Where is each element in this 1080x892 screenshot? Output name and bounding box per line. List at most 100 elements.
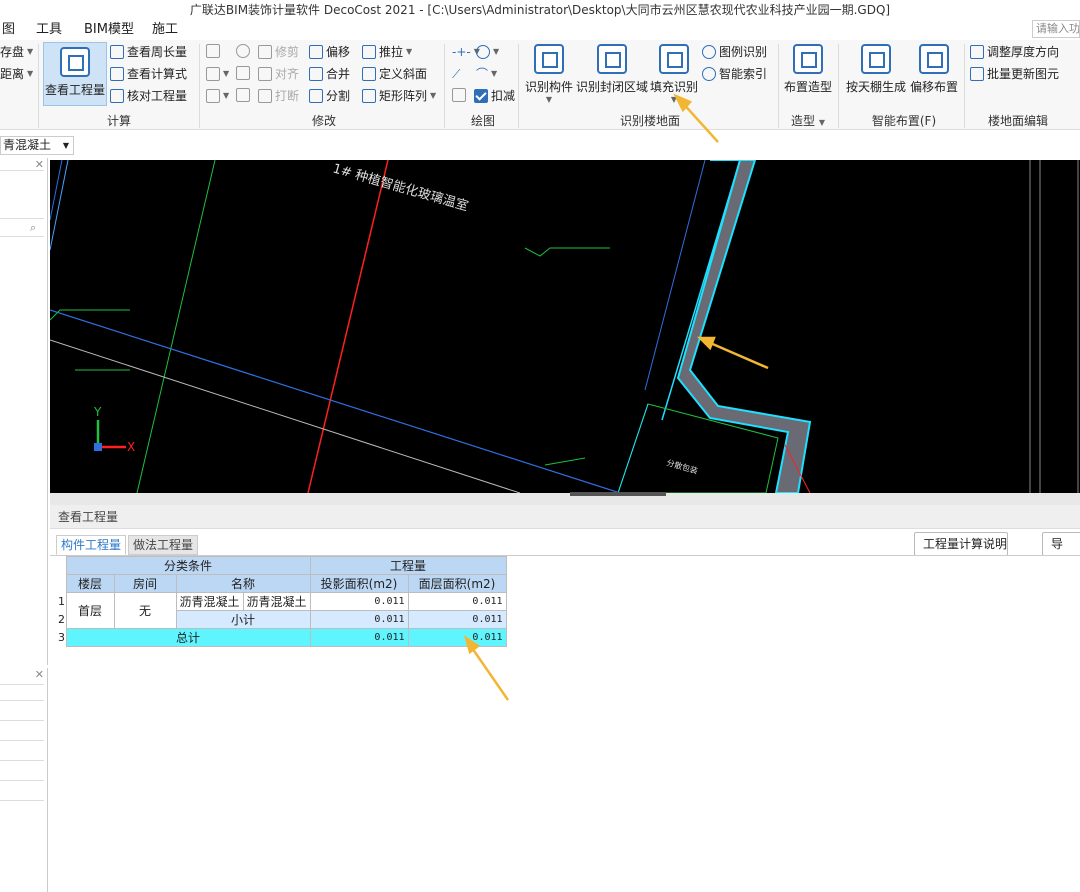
adjust-thickness-button[interactable]: 调整厚度方向 (970, 44, 1059, 60)
recognize-area-icon (597, 44, 627, 74)
break-label: 打断 (275, 89, 300, 103)
cell-total-label: 总计 (65, 628, 311, 647)
arc-button[interactable]: ⌒ ▼ (476, 66, 497, 82)
delete-button[interactable] (206, 44, 220, 58)
quantity-panel: 查看工程量 构件工程量 做法工程量 工程量计算说明 导 分类条件 工程量 楼层 … (50, 505, 1080, 892)
cad-drawing-canvas[interactable]: Y X 1# 种植智能化玻璃温室 分散包装 (50, 160, 1080, 493)
axis-y-label: Y (93, 405, 102, 419)
move-button[interactable]: ▼ (206, 88, 229, 104)
legend-recognize-label: 图例识别 (719, 45, 768, 59)
col-header-room: 房间 (113, 574, 177, 593)
save-menu[interactable]: 存盘 ▼ (0, 44, 33, 60)
view-perimeter-button[interactable]: 查看周长量 (110, 44, 187, 60)
tab-method-quantity[interactable]: 做法工程量 (128, 535, 199, 555)
generate-by-ceiling-button[interactable]: 按天棚生成 (846, 44, 906, 95)
check-quantity-button[interactable]: 核对工程量 (110, 88, 187, 104)
trash-icon (206, 44, 220, 58)
trim-button[interactable]: 修剪 (258, 44, 299, 60)
table-row[interactable]: 1 首层 无 沥青混凝土 沥青混凝土 0.011 0.011 (58, 592, 507, 629)
copy-icon (206, 67, 220, 81)
point-icon: -+- (452, 45, 471, 59)
group-label-model[interactable]: 造型 ▼ (782, 112, 834, 129)
group-header-category: 分类条件 (65, 556, 311, 575)
fill-recognize-label: 填充识别 (650, 80, 699, 94)
trim-label: 修剪 (275, 45, 300, 59)
row-number: 1 (58, 592, 66, 611)
place-model-button[interactable]: 布置造型 (782, 44, 834, 95)
rect-button[interactable] (452, 88, 466, 102)
offset-layout-button[interactable]: 偏移布置 (908, 44, 960, 95)
group-label-smart: 智能布置(F) (871, 114, 937, 128)
view-quantity-button[interactable]: 查看工程量 (43, 42, 107, 106)
search-icon[interactable]: ⌕ (30, 221, 36, 235)
smart-index-label: 智能索引 (719, 67, 768, 81)
recognize-component-button[interactable]: 识别构件 ▼ (524, 44, 574, 104)
menu-item-construction[interactable]: 施工 (152, 22, 178, 38)
split-button[interactable]: 分割 (309, 88, 350, 104)
recognize-closed-area-button[interactable]: 识别封闭区域 (576, 44, 648, 95)
smart-index-icon (702, 67, 716, 81)
chevron-down-icon: ▼ (62, 141, 69, 150)
view-perimeter-label: 查看周长量 (127, 45, 188, 59)
line-button[interactable]: ⟋ (452, 66, 460, 82)
search-input[interactable]: 请输入功 (1032, 20, 1080, 38)
group-label-modify: 修改 (311, 114, 336, 128)
deduct-checkbox[interactable]: 扣减 (474, 88, 515, 104)
adjust-thickness-label: 调整厚度方向 (987, 45, 1060, 59)
extend-button[interactable] (236, 88, 250, 102)
left-panel-top: ✕ ⌕ (0, 158, 48, 665)
close-icon[interactable]: ✕ (35, 668, 44, 681)
group-label-calc: 计算 (106, 114, 131, 128)
fill-recognize-button[interactable]: 填充识别 ▼ (650, 44, 698, 104)
row-number: 3 (58, 628, 66, 647)
canvas-scrollbar[interactable] (570, 492, 666, 496)
recognize-closed-area-label: 识别封闭区域 (576, 80, 649, 94)
batch-update-button[interactable]: 批量更新图元 (970, 66, 1059, 82)
col-header-name: 名称 (175, 574, 311, 593)
offset-button[interactable]: 偏移 (309, 44, 350, 60)
rotate-button[interactable] (236, 44, 250, 58)
copy-button[interactable]: ▼ (206, 66, 229, 82)
offset-layout-icon (919, 44, 949, 74)
calc-explain-button[interactable]: 工程量计算说明 (914, 532, 1008, 556)
splitter-bar[interactable] (50, 493, 1080, 505)
save-label: 存盘 (0, 45, 25, 59)
menu-item-tools[interactable]: 工具 (36, 22, 62, 38)
mirror-icon (236, 66, 250, 80)
batch-update-label: 批量更新图元 (987, 67, 1060, 81)
view-formula-button[interactable]: 查看计算式 (110, 66, 187, 82)
col-header-projected-area: 投影面积(m2) (309, 574, 409, 593)
building-label: 1# 种植智能化玻璃温室 (331, 160, 470, 214)
legend-recognize-button[interactable]: 图例识别 (702, 44, 767, 60)
deduct-label: 扣减 (491, 89, 516, 103)
mirror-button[interactable] (236, 66, 250, 80)
menu-item-bim-model[interactable]: BIM模型 (84, 22, 134, 38)
circle-button[interactable]: ▼ (476, 44, 499, 60)
align-button[interactable]: 对齐 (258, 66, 299, 82)
quantity-panel-title: 查看工程量 (50, 505, 1080, 529)
model-label-text: 造型 (791, 114, 816, 128)
push-pull-button[interactable]: 推拉 ▼ (362, 44, 412, 60)
break-button[interactable]: 打断 (258, 88, 299, 104)
batch-update-icon (970, 67, 984, 81)
cell-floor: 首层 (65, 592, 115, 629)
view-formula-label: 查看计算式 (127, 67, 188, 81)
component-type-select[interactable]: 青混凝土 ▼ (0, 136, 74, 155)
define-slope-label: 定义斜面 (379, 67, 428, 81)
define-slope-button[interactable]: 定义斜面 (362, 66, 427, 82)
group-label-recognize: 识别楼地面 (619, 114, 680, 128)
merge-button[interactable]: 合并 (309, 66, 350, 82)
cad-drawing: Y X 1# 种植智能化玻璃温室 分散包装 (50, 160, 1079, 493)
recognize-component-icon (534, 44, 564, 74)
menu-item-view[interactable]: 图 (2, 22, 15, 38)
rect-array-button[interactable]: 矩形阵列 ▼ (362, 88, 436, 104)
component-type-value: 青混凝土 (3, 138, 52, 152)
table-row-total[interactable]: 3 总计 0.011 0.011 (58, 628, 507, 647)
rect-icon (452, 88, 466, 102)
trim-icon (258, 45, 272, 59)
export-button[interactable]: 导 (1042, 532, 1080, 556)
group-label-draw: 绘图 (470, 114, 495, 128)
tab-component-quantity[interactable]: 构件工程量 (56, 535, 127, 555)
smart-index-button[interactable]: 智能索引 (702, 66, 767, 82)
distance-menu[interactable]: 距离 ▼ (0, 66, 33, 82)
